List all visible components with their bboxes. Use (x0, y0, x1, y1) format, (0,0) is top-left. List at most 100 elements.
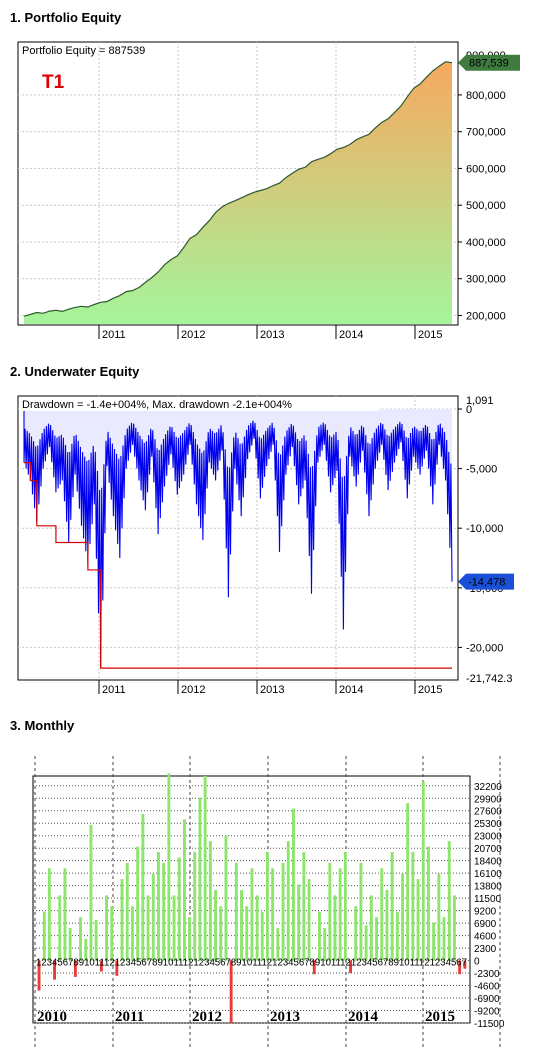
monthly-bar (105, 895, 108, 961)
y-tick-label: 32200 (474, 782, 502, 793)
year-label: 2011 (115, 1009, 144, 1025)
month-labels: 1234567891011121234567891011121234567891… (36, 958, 467, 969)
y-tick-label: 11500 (474, 894, 502, 905)
monthly-bar (42, 911, 46, 961)
x-tick-label: 2011 (102, 329, 126, 341)
monthly-bar (354, 906, 358, 961)
monthly-bar (240, 890, 243, 961)
y-tick-label: -4600 (474, 982, 500, 993)
monthly-bar (281, 862, 285, 961)
monthly-bar (375, 917, 378, 961)
monthly-bar (286, 841, 290, 961)
monthly-bar (364, 925, 368, 961)
monthly-bar (406, 803, 410, 961)
y-tick-label: -9200 (474, 1007, 500, 1018)
y-tick-label: -2300 (474, 969, 500, 980)
monthly-bar (68, 928, 72, 961)
monthly-bar (94, 919, 98, 961)
year-label: 2013 (270, 1009, 300, 1025)
y-tick-label: 23000 (474, 832, 502, 843)
section-title-portfolio-equity: 1. Portfolio Equity (10, 10, 122, 25)
monthly-bar (453, 895, 456, 961)
monthly-bar (234, 862, 238, 961)
monthly-bar (120, 879, 124, 961)
y-tick-label: -5,000 (466, 464, 497, 476)
year-label: 2014 (348, 1009, 379, 1025)
monthly-bar (302, 852, 306, 961)
monthly-bar (437, 873, 441, 961)
y-tick-label: 300,000 (466, 274, 506, 286)
monthly-bar (266, 852, 269, 961)
monthly-bar (271, 868, 275, 961)
x-tick-label: 2014 (339, 329, 363, 341)
monthly-bar (343, 852, 347, 961)
monthly-bar (167, 773, 171, 961)
monthly-bar (328, 862, 332, 961)
monthly-bar (89, 824, 93, 961)
y-tick-label: 700,000 (466, 127, 506, 139)
monthly-bar (380, 868, 384, 961)
y-tick-label: 800,000 (466, 90, 506, 102)
monthly-bar (390, 852, 394, 961)
monthly-bar (442, 917, 446, 961)
y-tick-label: 13800 (474, 882, 502, 893)
year-label: 2012 (192, 1009, 222, 1025)
x-tick-label: 2012 (181, 684, 205, 696)
year-label: 2015 (425, 1009, 455, 1025)
monthly-bar (416, 879, 420, 961)
monthly-bar (183, 819, 186, 961)
monthly-bar (136, 846, 140, 961)
y-tick-label: 0 (474, 957, 480, 968)
monthly-bar (172, 895, 176, 961)
x-tick-label: 2015 (418, 684, 442, 696)
y-tick-label: 25300 (474, 819, 502, 830)
x-tick-label: 2011 (102, 684, 126, 696)
monthly-bar (214, 890, 217, 961)
y-tick-label: 16100 (474, 869, 502, 880)
monthly-bar (395, 911, 399, 961)
monthly-bar (162, 862, 166, 961)
monthly-bar (333, 895, 337, 961)
monthly-bar (432, 922, 436, 961)
y-tick-label: 2300 (474, 944, 497, 955)
monthly-bar (208, 841, 212, 961)
y-tick-label: 200,000 (466, 310, 506, 322)
monthly-bar (229, 960, 233, 1023)
monthly-bar (318, 911, 321, 961)
monthly-bar (255, 895, 259, 961)
monthly-bar (198, 797, 202, 961)
x-tick-label: 2015 (418, 329, 442, 341)
monthly-bar (323, 928, 327, 961)
section-title-monthly: 3. Monthly (10, 718, 75, 733)
y-tick-label: 6900 (474, 919, 497, 930)
monthly-bar (193, 852, 197, 961)
chart-title: Portfolio Equity = 887539 (22, 45, 145, 57)
monthly-bar (188, 917, 191, 961)
monthly-bar (203, 776, 207, 961)
last-value-label: 887,539 (469, 58, 509, 70)
monthly-bar (292, 808, 295, 961)
monthly-bar (276, 928, 280, 961)
y-tick-label: 27600 (474, 807, 502, 818)
max-drawdown-label: -21,742.3 (466, 673, 512, 685)
chart-title: Drawdown = -1.4e+004%, Max. drawdown -2.… (22, 399, 292, 411)
monthly-returns-chart: 3220029900276002530023000207001840016100… (32, 756, 505, 1048)
monthly-bar (58, 895, 62, 961)
monthly-bar (359, 862, 363, 961)
monthly-bar (447, 841, 451, 961)
y-tick-label: -20,000 (466, 642, 503, 654)
y-tick-label: 400,000 (466, 237, 506, 249)
monthly-bar (260, 911, 264, 961)
section-title-underwater-equity: 2. Underwater Equity (10, 364, 140, 379)
monthly-bar (151, 873, 155, 961)
monthly-bar (385, 890, 389, 961)
monthly-bar (219, 906, 223, 961)
y-tick-label: 4600 (474, 932, 497, 943)
year-label: 2010 (37, 1009, 67, 1025)
monthly-bar (110, 906, 114, 961)
y-tick-label: 600,000 (466, 163, 506, 175)
monthly-bar (63, 868, 67, 961)
portfolio-equity-chart: 2011 2012 2013 2014 2015 200,000 300,000 400,00… (17, 41, 520, 341)
last-value-label: -14,478 (468, 577, 505, 589)
monthly-bar (297, 884, 301, 961)
